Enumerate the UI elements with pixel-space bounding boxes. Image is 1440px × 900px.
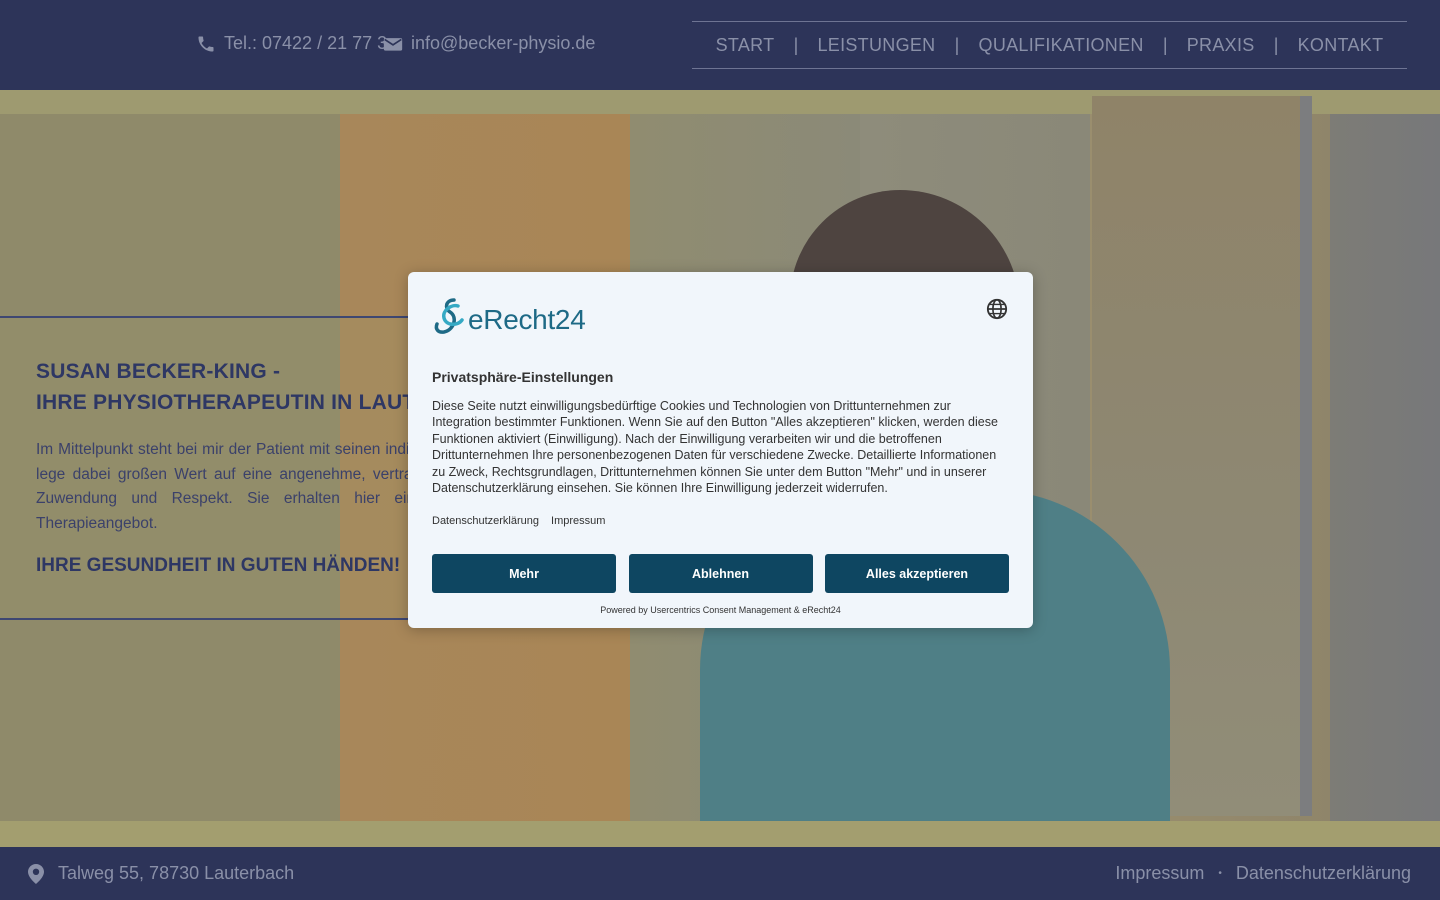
nav-praxis[interactable]: PRAXIS bbox=[1187, 35, 1255, 56]
site-header: Tel.: 07422 / 21 77 3 info@becker-physio… bbox=[0, 0, 1440, 90]
footer-links: Impressum • Datenschutzerklärung bbox=[1115, 863, 1411, 884]
address-text: Talweg 55, 78730 Lauterbach bbox=[58, 863, 295, 883]
erecht24-logo: eRecht24 bbox=[432, 296, 586, 336]
nav-separator: | bbox=[954, 34, 960, 55]
accept-all-button[interactable]: Alles akzeptieren bbox=[825, 554, 1009, 593]
more-button[interactable]: Mehr bbox=[432, 554, 616, 593]
nav-separator: | bbox=[793, 34, 799, 55]
consent-description: Diese Seite nutzt einwilligungsbedürftig… bbox=[432, 399, 998, 496]
nav-separator: | bbox=[1162, 34, 1168, 55]
email-address: info@becker-physio.de bbox=[411, 33, 596, 53]
decline-button[interactable]: Ablehnen bbox=[628, 554, 813, 593]
globe-icon[interactable] bbox=[986, 298, 1008, 320]
consent-dialog: eRecht24 Privatsphäre-Einstellungen Dies… bbox=[408, 272, 1033, 628]
powered-by-text: Powered by Usercentrics Consent Manageme… bbox=[600, 605, 841, 615]
phone-icon bbox=[198, 36, 214, 51]
footer-impressum-link[interactable]: Impressum bbox=[1115, 863, 1204, 884]
envelope-icon bbox=[383, 37, 403, 51]
intro-heading-line1: SUSAN BECKER-KING - bbox=[36, 360, 281, 383]
footer-separator: • bbox=[1218, 868, 1222, 879]
nav-start[interactable]: START bbox=[716, 35, 775, 56]
phone-contact[interactable]: Tel.: 07422 / 21 77 3 bbox=[196, 33, 387, 54]
erecht24-brand-text: eRecht24 bbox=[468, 304, 586, 335]
main-navigation: START | LEISTUNGEN | QUALIFIKATIONEN | P… bbox=[692, 21, 1407, 69]
phone-number: Tel.: 07422 / 21 77 3 bbox=[224, 33, 388, 53]
consent-imprint-link[interactable]: Impressum bbox=[551, 515, 605, 527]
nav-leistungen[interactable]: LEISTUNGEN bbox=[817, 35, 935, 56]
site-footer: Talweg 55, 78730 Lauterbach Impressum • … bbox=[0, 847, 1440, 900]
nav-separator: | bbox=[1273, 34, 1279, 55]
consent-links: Datenschutzerklärung Impressum bbox=[432, 515, 605, 527]
email-contact[interactable]: info@becker-physio.de bbox=[383, 33, 595, 54]
hero-bottom-band bbox=[0, 821, 1440, 847]
erecht24-logo-icon bbox=[434, 298, 464, 334]
consent-privacy-link[interactable]: Datenschutzerklärung bbox=[432, 515, 539, 527]
nav-kontakt[interactable]: KONTAKT bbox=[1298, 35, 1384, 56]
consent-title: Privatsphäre-Einstellungen bbox=[432, 369, 614, 385]
address: Talweg 55, 78730 Lauterbach bbox=[28, 863, 294, 884]
map-pin-icon bbox=[28, 863, 44, 884]
consent-buttons: Mehr Ablehnen Alles akzeptieren bbox=[432, 554, 1009, 593]
nav-qualifikationen[interactable]: QUALIFIKATIONEN bbox=[979, 35, 1144, 56]
footer-datenschutz-link[interactable]: Datenschutzerklärung bbox=[1236, 863, 1411, 884]
